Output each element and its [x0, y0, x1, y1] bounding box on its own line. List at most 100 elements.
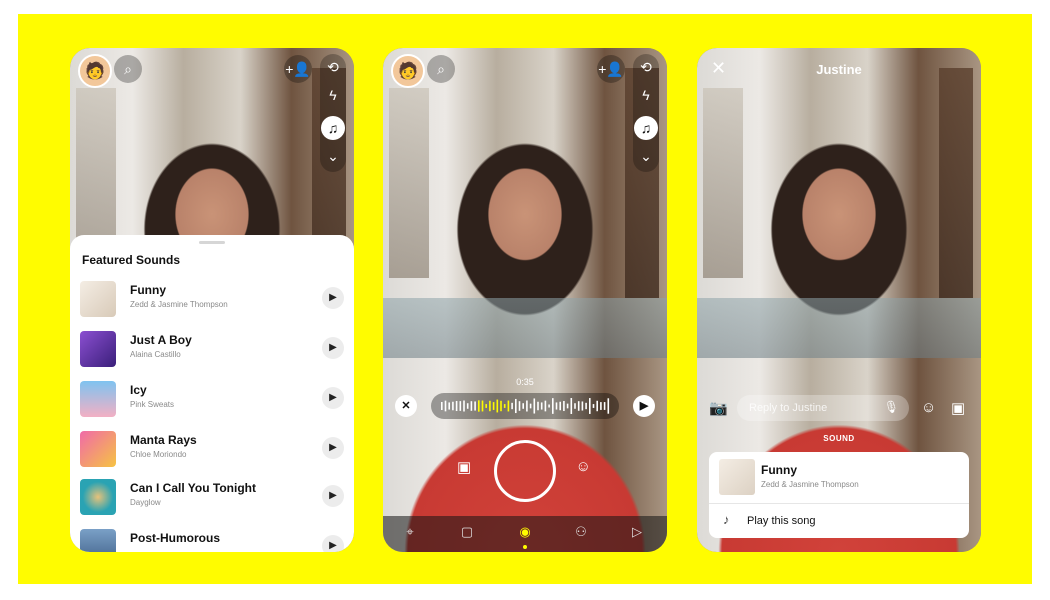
song-artist: Alaina Castillo [130, 350, 181, 359]
reply-input[interactable]: Reply to Justine 🎙 [737, 395, 909, 421]
waveform-bar [481, 400, 484, 412]
song-title: Manta Rays [130, 433, 197, 447]
waveform-bar [478, 400, 480, 412]
waveform-bar [585, 402, 587, 410]
waveform-bar [533, 398, 536, 414]
camera-icon[interactable]: 📷 [709, 399, 728, 417]
chevron-down-icon[interactable]: ⌄ [320, 148, 346, 165]
play-icon[interactable]: ▶ [633, 395, 655, 417]
waveform-bar [603, 402, 606, 410]
waveform-bar [452, 401, 454, 411]
bitmoji-avatar[interactable]: 🧑 [78, 54, 112, 88]
waveform-bar [529, 403, 532, 409]
phone-featured-sounds: 🧑 ⌕ +👤 ⟲ ϟ ♫ ⌄ Featured Sounds Funny Zed… [70, 48, 354, 552]
music-icon[interactable]: ♫ [321, 116, 345, 140]
search-icon[interactable]: ⌕ [114, 55, 142, 83]
phone-camera-recording: 🧑 ⌕ +👤 ⟲ ϟ ♫ ⌄ 0:35 ✕ ▶ ▣ ☺ ⌖ ▢ ◉ ⚇ ▷ [383, 48, 667, 552]
waveform-bar [548, 404, 550, 408]
sound-card: Funny Zedd & Jasmine Thompson ♪ Play thi… [709, 452, 969, 538]
capture-button[interactable] [494, 440, 556, 502]
sound-time: 0:35 [516, 377, 534, 387]
divider [709, 503, 969, 504]
waveform-bar [448, 402, 450, 410]
song-artist: Pink Sweats [130, 400, 175, 409]
reply-placeholder: Reply to Justine [749, 402, 828, 414]
play-icon[interactable]: ▶ [322, 485, 344, 507]
tab-friends[interactable]: ⚇ [571, 524, 591, 540]
waveform-bar [474, 401, 476, 411]
phone-received-snap: ✕ Justine 📷 Reply to Justine 🎙 ☺ ▣ SOUND… [697, 48, 981, 552]
add-friend-icon[interactable]: +👤 [284, 55, 312, 83]
play-icon[interactable]: ▶ [322, 387, 344, 409]
song-title: Just A Boy [130, 333, 192, 347]
song-row[interactable]: Post-Humorous ▶ [80, 525, 344, 552]
sticker-icon[interactable]: ▣ [951, 399, 965, 417]
waveform-bar [581, 401, 584, 411]
song-artist: Zedd & Jasmine Thompson [130, 300, 228, 309]
song-title: Funny [761, 463, 797, 477]
bitmoji-avatar[interactable]: 🧑 [391, 54, 425, 88]
song-title: Icy [130, 383, 147, 397]
play-icon[interactable]: ▶ [322, 437, 344, 459]
music-note-icon: ♪ [723, 512, 730, 527]
album-art [80, 431, 116, 467]
song-row[interactable]: Icy Pink Sweats ▶ [80, 377, 344, 421]
waveform-bar [540, 402, 543, 410]
waveform-bar [563, 400, 565, 412]
mic-icon[interactable]: 🎙 [884, 400, 899, 414]
add-friend-icon[interactable]: +👤 [597, 55, 625, 83]
lens-icon[interactable]: ☺ [576, 458, 591, 475]
chevron-down-icon[interactable]: ⌄ [633, 148, 659, 165]
waveform-bar [574, 403, 576, 409]
active-tab-indicator [523, 545, 527, 549]
flip-camera-icon[interactable]: ⟲ [320, 59, 346, 76]
close-icon[interactable]: ✕ [395, 395, 417, 417]
tab-chat[interactable]: ▢ [457, 524, 477, 540]
waveform-bar [466, 403, 469, 409]
tab-discover[interactable]: ▷ [627, 524, 647, 540]
waveform-bar [589, 398, 591, 414]
song-title: Can I Call You Tonight [130, 481, 256, 495]
music-icon[interactable]: ♫ [634, 116, 658, 140]
play-icon[interactable]: ▶ [322, 535, 344, 552]
waveform-bar [511, 402, 513, 410]
waveform-bar [455, 400, 458, 412]
flash-off-icon[interactable]: ϟ [320, 87, 346, 103]
waveform-bar [459, 401, 462, 411]
play-this-song-button[interactable]: Play this song [747, 515, 815, 527]
camera-tools-rail: ⟲ ϟ ♫ ⌄ [320, 54, 346, 172]
flash-off-icon[interactable]: ϟ [633, 87, 659, 103]
album-art [80, 331, 116, 367]
waveform-bar [526, 400, 528, 412]
camera-tools-rail: ⟲ ϟ ♫ ⌄ [633, 54, 659, 172]
lens-icon[interactable]: ☺ [921, 399, 936, 416]
song-row[interactable]: Just A Boy Alaina Castillo ▶ [80, 327, 344, 371]
waveform-bar [570, 398, 573, 414]
play-icon[interactable]: ▶ [322, 337, 344, 359]
search-icon[interactable]: ⌕ [427, 55, 455, 83]
song-row[interactable]: Can I Call You Tonight Dayglow ▶ [80, 475, 344, 519]
sticker-icon[interactable]: ▣ [457, 458, 471, 476]
tab-map[interactable]: ⌖ [400, 524, 420, 540]
sound-waveform-scrubber[interactable] [431, 393, 619, 419]
waveform-bar [600, 402, 602, 410]
bottom-nav: ⌖ ▢ ◉ ⚇ ▷ [383, 516, 667, 552]
waveform-bar [492, 402, 495, 410]
waveform-bar [515, 398, 517, 414]
waveform-bar [441, 402, 443, 410]
waveform-bar [555, 402, 558, 410]
song-title: Post-Humorous [130, 531, 220, 545]
waveform-bar [559, 401, 561, 411]
sheet-grabber[interactable] [199, 241, 225, 244]
tab-camera[interactable]: ◉ [515, 524, 535, 540]
waveform-bar [489, 400, 491, 412]
waveform-bar [470, 401, 473, 411]
song-row[interactable]: Funny Zedd & Jasmine Thompson ▶ [80, 277, 344, 321]
waveform-bar [507, 400, 510, 412]
play-icon[interactable]: ▶ [322, 287, 344, 309]
sheet-title: Featured Sounds [82, 253, 181, 267]
song-row[interactable]: Manta Rays Chloe Moriondo ▶ [80, 427, 344, 471]
yellow-stage: 🧑 ⌕ +👤 ⟲ ϟ ♫ ⌄ Featured Sounds Funny Zed… [18, 14, 1032, 584]
flip-camera-icon[interactable]: ⟲ [633, 59, 659, 76]
album-art [80, 281, 116, 317]
